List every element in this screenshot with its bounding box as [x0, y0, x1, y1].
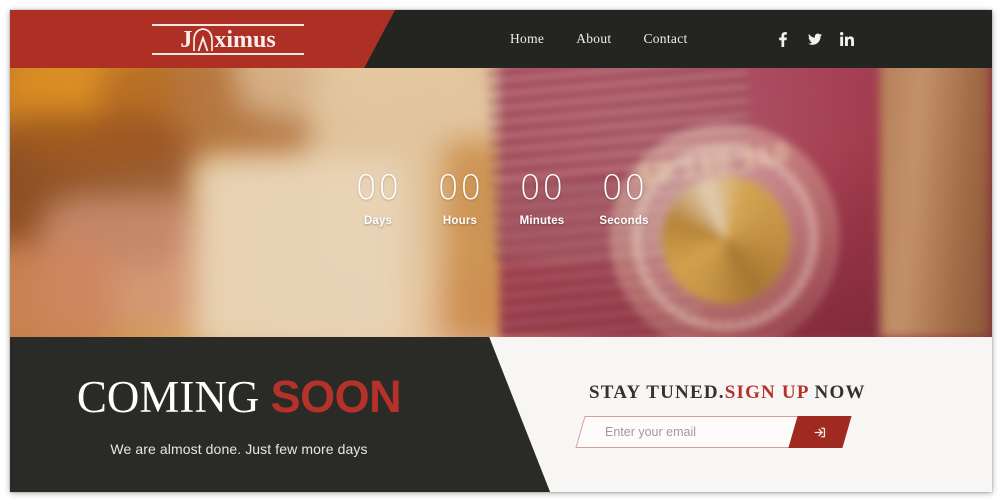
site-logo[interactable]: J ximus	[152, 23, 304, 56]
main-navigation: Home About Contact	[510, 10, 688, 68]
countdown-hours-label: Hours	[442, 214, 478, 227]
countdown-minutes-value: 00	[519, 167, 565, 208]
coming-soon-block: COMING SOON We are almost done. Just few…	[10, 337, 490, 492]
countdown-minutes: 00 Minutes	[501, 169, 583, 227]
signup-form	[575, 415, 852, 448]
signup-submit-button[interactable]	[788, 415, 852, 448]
coming-word: COMING	[76, 372, 260, 422]
social-links	[776, 10, 854, 68]
countdown-days-label: Days	[363, 214, 393, 227]
bottom-section: COMING SOON We are almost done. Just few…	[10, 337, 992, 492]
countdown-hours: 00 Hours	[419, 169, 501, 227]
facebook-icon[interactable]	[776, 31, 790, 47]
arch-icon	[192, 27, 214, 52]
sign-in-arrow-icon	[814, 425, 827, 438]
countdown-hours-value: 00	[437, 167, 483, 208]
page-frame: J ximus Home About Contact 00 Days 00 Ho…	[10, 10, 992, 492]
soon-word: SOON	[270, 371, 402, 422]
logo-text-before: J	[180, 26, 193, 53]
countdown-days-value: 00	[355, 167, 401, 208]
coming-space	[259, 372, 270, 422]
countdown-minutes-label: Minutes	[519, 214, 565, 227]
email-field-wrapper	[575, 415, 799, 448]
twitter-icon[interactable]	[808, 32, 822, 47]
logo-wordmark: J ximus	[180, 26, 275, 53]
countdown-seconds-label: Seconds	[599, 214, 649, 227]
linkedin-icon[interactable]	[840, 32, 854, 47]
signup-heading-part2: SIGN UP	[724, 381, 809, 403]
logo-text-after: ximus	[214, 26, 276, 53]
countdown-days: 00 Days	[337, 169, 419, 227]
countdown-timer: 00 Days 00 Hours 00 Minutes 00 Seconds	[10, 58, 992, 337]
nav-item-home[interactable]: Home	[510, 31, 544, 47]
hero-section: 60 140 110 00 Days 00 Hours 00 Minutes 0…	[10, 58, 992, 337]
nav-item-contact[interactable]: Contact	[643, 31, 687, 47]
site-header: J ximus Home About Contact	[10, 10, 992, 68]
email-input[interactable]	[581, 416, 793, 447]
signup-block: STAY TUNED.SIGN UP NOW	[575, 337, 910, 492]
signup-heading: STAY TUNED.SIGN UP NOW	[589, 382, 910, 404]
signup-heading-part1: STAY TUNED.	[589, 381, 725, 403]
signup-heading-part3: NOW	[808, 381, 866, 403]
nav-item-about[interactable]: About	[576, 31, 611, 47]
countdown-seconds: 00 Seconds	[583, 169, 665, 227]
coming-soon-subtitle: We are almost done. Just few more days	[110, 441, 368, 457]
logo-rule-bottom	[152, 53, 304, 55]
coming-soon-heading: COMING SOON	[76, 371, 402, 433]
countdown-seconds-value: 00	[601, 167, 647, 208]
